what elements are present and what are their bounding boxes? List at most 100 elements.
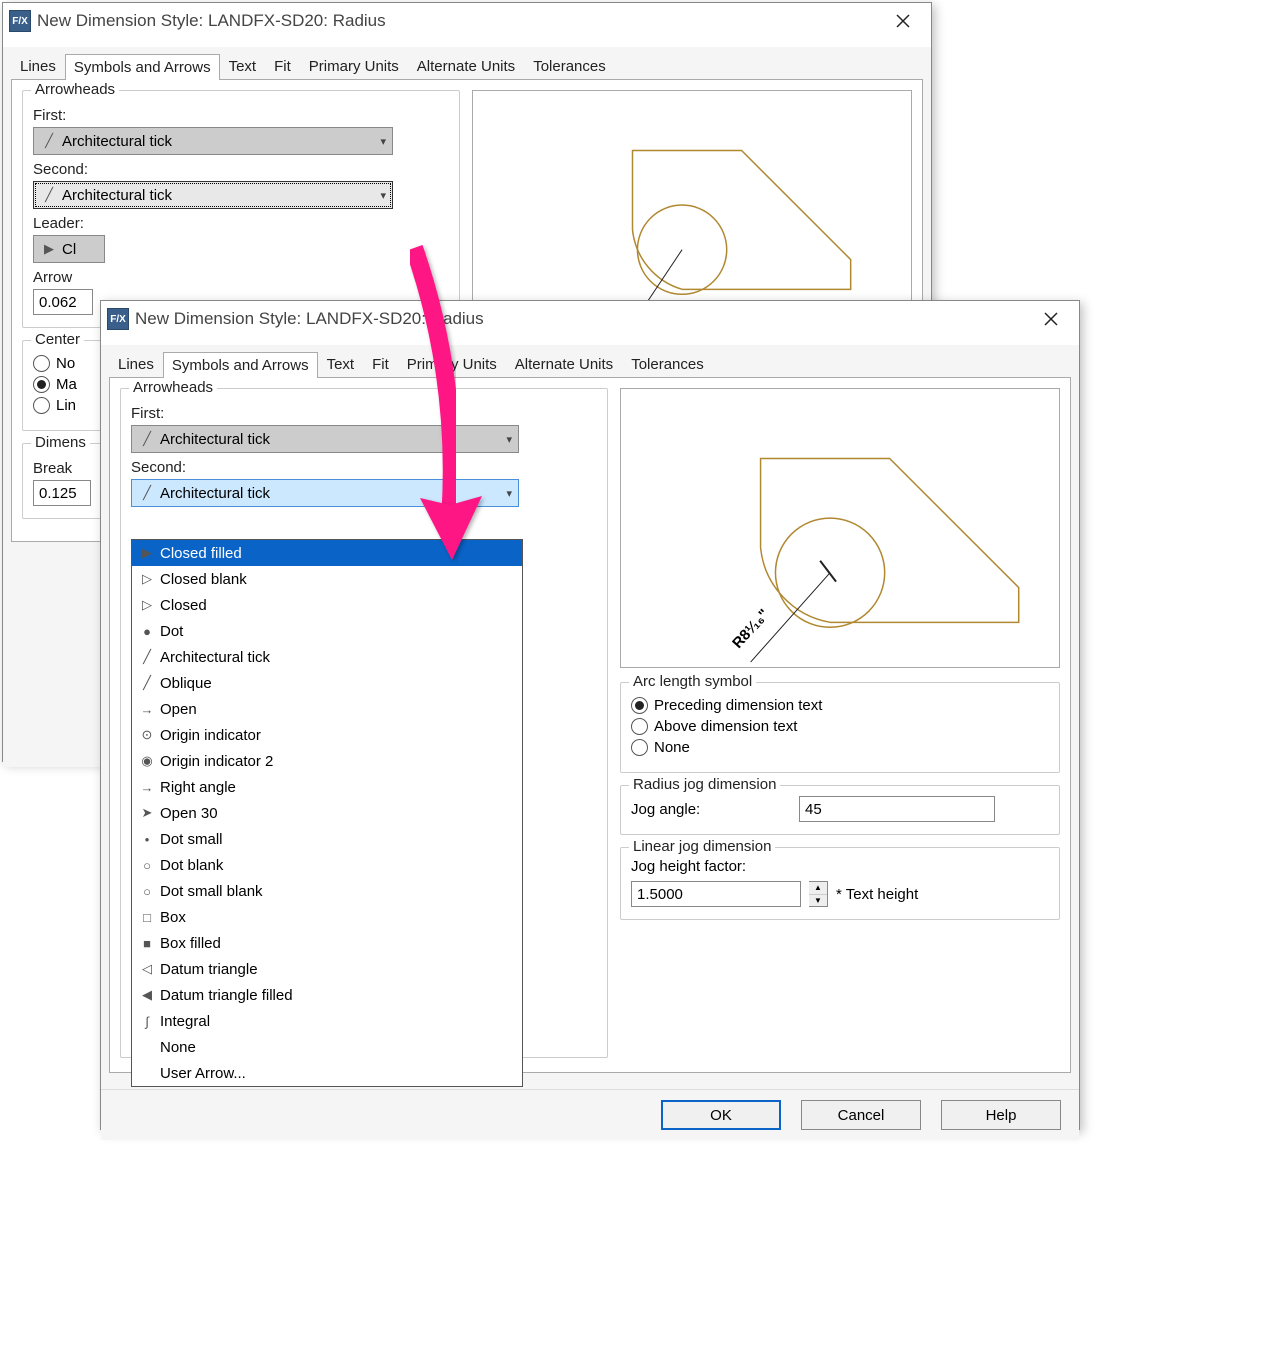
dialog-front: F/X New Dimension Style: LANDFX-SD20: Ra… (100, 300, 1080, 1130)
option-icon: ■ (138, 936, 156, 951)
tab-tolerances[interactable]: Tolerances (524, 53, 615, 79)
jogheight-spinner[interactable]: ▲ ▼ (809, 881, 828, 907)
linearjog-fieldset: Linear jog dimension Jog height factor: … (620, 847, 1060, 920)
arch-tick-icon: ╱ (40, 133, 58, 149)
tab-symbols[interactable]: Symbols and Arrows (65, 54, 220, 80)
arc-none-radio[interactable]: None (631, 739, 1049, 756)
option-icon: ◉ (138, 753, 156, 769)
first-combo[interactable]: ╱ Architectural tick ▾ (131, 425, 519, 453)
option-label: Integral (160, 1013, 210, 1030)
leader-combo[interactable]: ▶ Cl (33, 235, 105, 263)
tab-alternate[interactable]: Alternate Units (408, 53, 524, 79)
dropdown-option[interactable]: ∫Integral (132, 1008, 522, 1034)
tab-lines[interactable]: Lines (11, 53, 65, 79)
dialog-title: New Dimension Style: LANDFX-SD20: Radius (37, 11, 386, 31)
arc-preceding-radio[interactable]: Preceding dimension text (631, 697, 1049, 714)
dropdown-option[interactable]: ▷Closed (132, 592, 522, 618)
second-combo-open[interactable]: ╱ Architectural tick ▾ (131, 479, 519, 507)
dropdown-option[interactable]: ◁Datum triangle (132, 956, 522, 982)
dropdown-option[interactable]: ▷Closed blank (132, 566, 522, 592)
option-label: Origin indicator (160, 727, 261, 744)
preview-front: R8¹⁄₁₆" (620, 388, 1060, 668)
center-legend: Center (31, 331, 84, 348)
option-label: Oblique (160, 675, 212, 692)
tab-content: Arrowheads First: ╱ Architectural tick ▾… (109, 377, 1071, 1073)
dropdown-option[interactable]: ➤Open 30 (132, 800, 522, 826)
dropdown-option[interactable]: ◉Origin indicator 2 (132, 748, 522, 774)
tab-primary[interactable]: Primary Units (300, 53, 408, 79)
option-icon: ➤ (138, 805, 156, 821)
tab-primary[interactable]: Primary Units (398, 351, 506, 377)
center-line-radio[interactable]: Lin (33, 397, 107, 414)
tab-fit[interactable]: Fit (363, 351, 398, 377)
tab-fit[interactable]: Fit (265, 53, 300, 79)
tab-lines[interactable]: Lines (109, 351, 163, 377)
dropdown-option[interactable]: → Open (132, 696, 522, 722)
arc-above-radio[interactable]: Above dimension text (631, 718, 1049, 735)
close-icon (896, 14, 910, 28)
option-label: Dot small blank (160, 883, 263, 900)
preview-back (472, 90, 912, 330)
dropdown-option[interactable]: ○Dot small blank (132, 878, 522, 904)
center-none-radio[interactable]: No (33, 355, 107, 372)
arrowheads-legend: Arrowheads (129, 379, 217, 396)
option-label: Closed (160, 597, 207, 614)
dropdown-option[interactable]: ╱Oblique (132, 670, 522, 696)
titlebar: F/X New Dimension Style: LANDFX-SD20: Ra… (3, 3, 931, 39)
dropdown-option[interactable]: ╱Architectural tick (132, 644, 522, 670)
cancel-button[interactable]: Cancel (801, 1100, 921, 1130)
option-label: None (160, 1039, 196, 1056)
option-label: Datum triangle (160, 961, 258, 978)
dropdown-option[interactable]: •Dot small (132, 826, 522, 852)
jogangle-input[interactable] (799, 796, 995, 822)
dropdown-option[interactable]: None (132, 1034, 522, 1060)
app-icon: F/X (107, 308, 129, 330)
dropdown-option[interactable]: ◀Datum triangle filled (132, 982, 522, 1008)
option-label: Closed blank (160, 571, 247, 588)
second-dropdown[interactable]: ▶Closed filled▷Closed blank▷Closed●Dot╱A… (131, 539, 523, 1087)
dropdown-option[interactable]: ■ Box filled (132, 930, 522, 956)
tab-text[interactable]: Text (220, 53, 266, 79)
dropdown-option[interactable]: □Box (132, 904, 522, 930)
help-button[interactable]: Help (941, 1100, 1061, 1130)
break-input[interactable] (33, 480, 91, 506)
option-label: User Arrow... (160, 1065, 246, 1082)
tab-alternate[interactable]: Alternate Units (506, 351, 622, 377)
option-icon: ▶ (138, 545, 156, 561)
leader-value: Cl (62, 241, 76, 258)
spinner-down-icon[interactable]: ▼ (809, 895, 827, 907)
chevron-down-icon: ▾ (380, 135, 386, 148)
option-label: Origin indicator 2 (160, 753, 273, 770)
dropdown-option[interactable]: ○Dot blank (132, 852, 522, 878)
option-label: Dot blank (160, 857, 223, 874)
tab-symbols[interactable]: Symbols and Arrows (163, 352, 318, 378)
second-combo[interactable]: ╱ Architectural tick ▾ (33, 181, 393, 209)
option-label: Open (160, 701, 197, 718)
spinner-up-icon[interactable]: ▲ (809, 882, 827, 895)
jogheight-input[interactable] (631, 881, 801, 907)
option-icon: → (138, 702, 156, 717)
second-label: Second: (33, 161, 449, 178)
tab-tolerances[interactable]: Tolerances (622, 351, 713, 377)
close-button[interactable] (1029, 304, 1073, 334)
option-label: Box filled (160, 935, 221, 952)
dropdown-option[interactable]: →Right angle (132, 774, 522, 800)
option-label: Datum triangle filled (160, 987, 293, 1004)
tab-text[interactable]: Text (318, 351, 364, 377)
option-icon: ▷ (138, 571, 156, 587)
center-mark-radio[interactable]: Ma (33, 376, 107, 393)
option-icon: → (138, 780, 156, 795)
first-label: First: (131, 405, 597, 422)
close-button[interactable] (881, 6, 925, 36)
arrow-size-input[interactable] (33, 289, 93, 315)
option-icon: ⊙ (138, 727, 156, 743)
dropdown-option[interactable]: ▶Closed filled (132, 540, 522, 566)
first-combo[interactable]: ╱ Architectural tick ▾ (33, 127, 393, 155)
option-icon: ◁ (138, 961, 156, 977)
dropdown-option[interactable]: User Arrow... (132, 1060, 522, 1086)
arclength-fieldset: Arc length symbol Preceding dimension te… (620, 682, 1060, 773)
ok-button[interactable]: OK (661, 1100, 781, 1130)
dropdown-option[interactable]: ⊙Origin indicator (132, 722, 522, 748)
dimens-legend: Dimens (31, 434, 90, 451)
dropdown-option[interactable]: ●Dot (132, 618, 522, 644)
